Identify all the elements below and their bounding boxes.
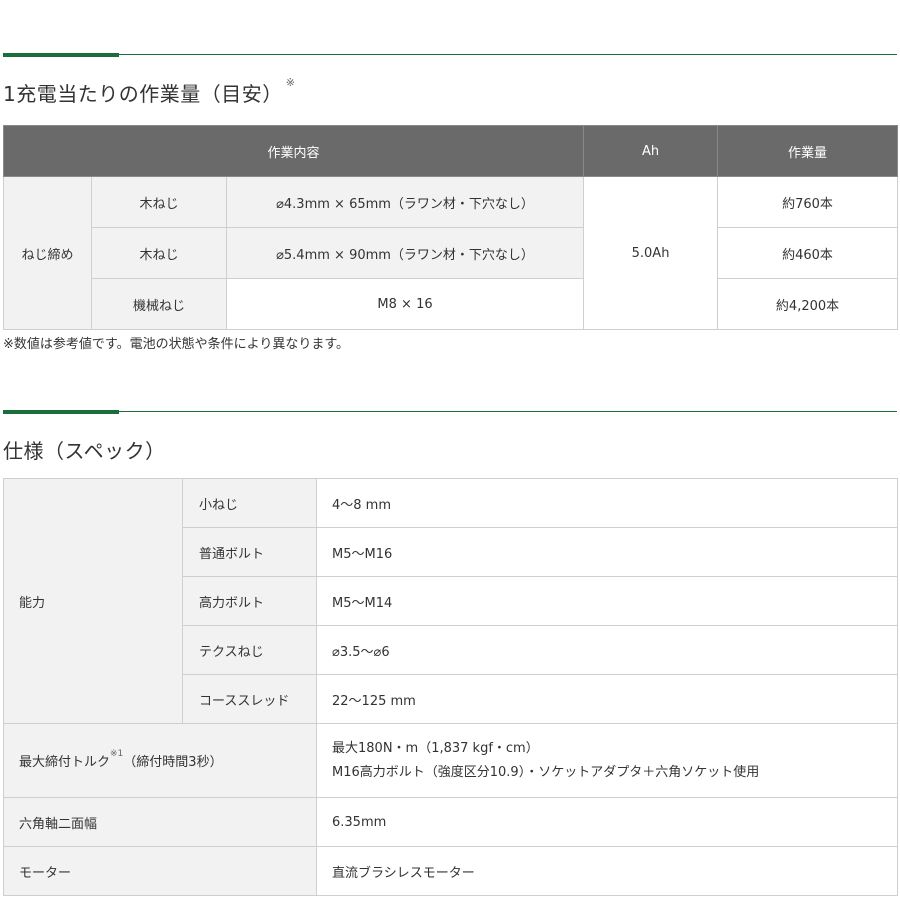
spec-sub-label: 小ねじ xyxy=(182,478,317,528)
table-row: 六角軸二面幅 6.35mm xyxy=(3,797,898,847)
header-work-content: 作業内容 xyxy=(2,125,585,177)
spec-sub-label: 高力ボルト xyxy=(182,576,317,626)
motor-value: 直流ブラシレスモーター xyxy=(316,846,898,896)
screw-spec-cell: M8 × 16 xyxy=(225,278,585,330)
section-accent-bar xyxy=(3,53,119,57)
capacity-label: 能力 xyxy=(3,478,183,724)
hex-shaft-label: 六角軸二面幅 xyxy=(3,797,317,847)
torque-footnote-mark: ※1 xyxy=(110,749,124,759)
table-row: 最大締付トルク※1（締付時間3秒） 最大180N・m（1,837 kgf・cm）… xyxy=(3,723,898,798)
screw-type-cell: 木ねじ xyxy=(91,176,227,228)
spec-sub-label: テクスねじ xyxy=(182,625,317,675)
torque-value-line1: 最大180N・m（1,837 kgf・cm） xyxy=(332,740,539,756)
category-cell: ねじ締め xyxy=(3,176,92,330)
section-divider-spec xyxy=(3,410,897,414)
motor-label: モーター xyxy=(3,846,317,896)
amount-cell: 約4,200本 xyxy=(717,278,899,330)
torque-value-line2: M16高力ボルト（強度区分10.9）・ソケットアダプタ＋六角ソケット使用 xyxy=(332,764,760,780)
section-accent-bar xyxy=(3,410,119,414)
screw-type-cell: 木ねじ xyxy=(91,227,227,279)
table-row: ねじ締め 木ねじ ⌀4.3mm × 65mm（ラワン材・下穴なし） 5.0Ah … xyxy=(3,176,899,330)
screw-type-cell: 機械ねじ xyxy=(91,278,227,330)
work-title-mark: ※ xyxy=(285,76,296,89)
spec-value: M5～M16 xyxy=(316,527,898,577)
spec-sub-label: 普通ボルト xyxy=(182,527,317,577)
spec-section-title: 仕様（スペック） xyxy=(3,439,166,463)
table-row: 機械ねじ M8 × 16 約4,200本 xyxy=(4,278,899,330)
spec-table: 能力 小ねじ 4～8 mm 普通ボルト M5～M16 高力ボルト M5～M14 … xyxy=(3,478,898,896)
battery-cell: 5.0Ah xyxy=(583,176,719,330)
table-row: モーター 直流ブラシレスモーター xyxy=(3,846,898,896)
spec-sub-label: コーススレッド xyxy=(182,674,317,724)
header-ah: Ah xyxy=(583,125,719,177)
spec-value: 4～8 mm xyxy=(316,478,898,528)
screw-spec-cell: ⌀4.3mm × 65mm（ラワン材・下穴なし） xyxy=(225,176,585,228)
work-title-text: 1充電当たりの作業量（目安） xyxy=(3,82,283,106)
amount-cell: 約460本 xyxy=(717,227,899,279)
torque-label-suffix: （締付時間3秒） xyxy=(123,755,223,770)
torque-label-text: 最大締付トルク xyxy=(19,755,111,770)
work-note: ※数値は参考値です。電池の状態や条件により異なります。 xyxy=(3,337,350,352)
header-work-amount: 作業量 xyxy=(717,125,899,177)
screw-spec-cell: ⌀5.4mm × 90mm（ラワン材・下穴なし） xyxy=(225,227,585,279)
table-row: 木ねじ ⌀5.4mm × 90mm（ラワン材・下穴なし） 約460本 xyxy=(4,227,899,279)
work-amount-table: 作業内容 Ah 作業量 ねじ締め 木ねじ ⌀4.3mm × 65mm（ラワン材・… xyxy=(2,125,899,330)
table-row: 能力 小ねじ 4～8 mm xyxy=(3,478,898,724)
hex-shaft-value: 6.35mm xyxy=(316,797,898,847)
spec-value: 22～125 mm xyxy=(316,674,898,724)
torque-label: 最大締付トルク※1（締付時間3秒） xyxy=(3,723,317,798)
spec-value: M5～M14 xyxy=(316,576,898,626)
work-section-title: 1充電当たりの作業量（目安） ※ xyxy=(3,76,296,107)
section-divider-work xyxy=(3,53,897,57)
spec-value: ⌀3.5～⌀6 xyxy=(316,625,898,675)
table-header-row: 作業内容 Ah 作業量 xyxy=(2,125,899,177)
torque-value: 最大180N・m（1,837 kgf・cm） M16高力ボルト（強度区分10.9… xyxy=(316,723,898,798)
amount-cell: 約760本 xyxy=(717,176,899,228)
